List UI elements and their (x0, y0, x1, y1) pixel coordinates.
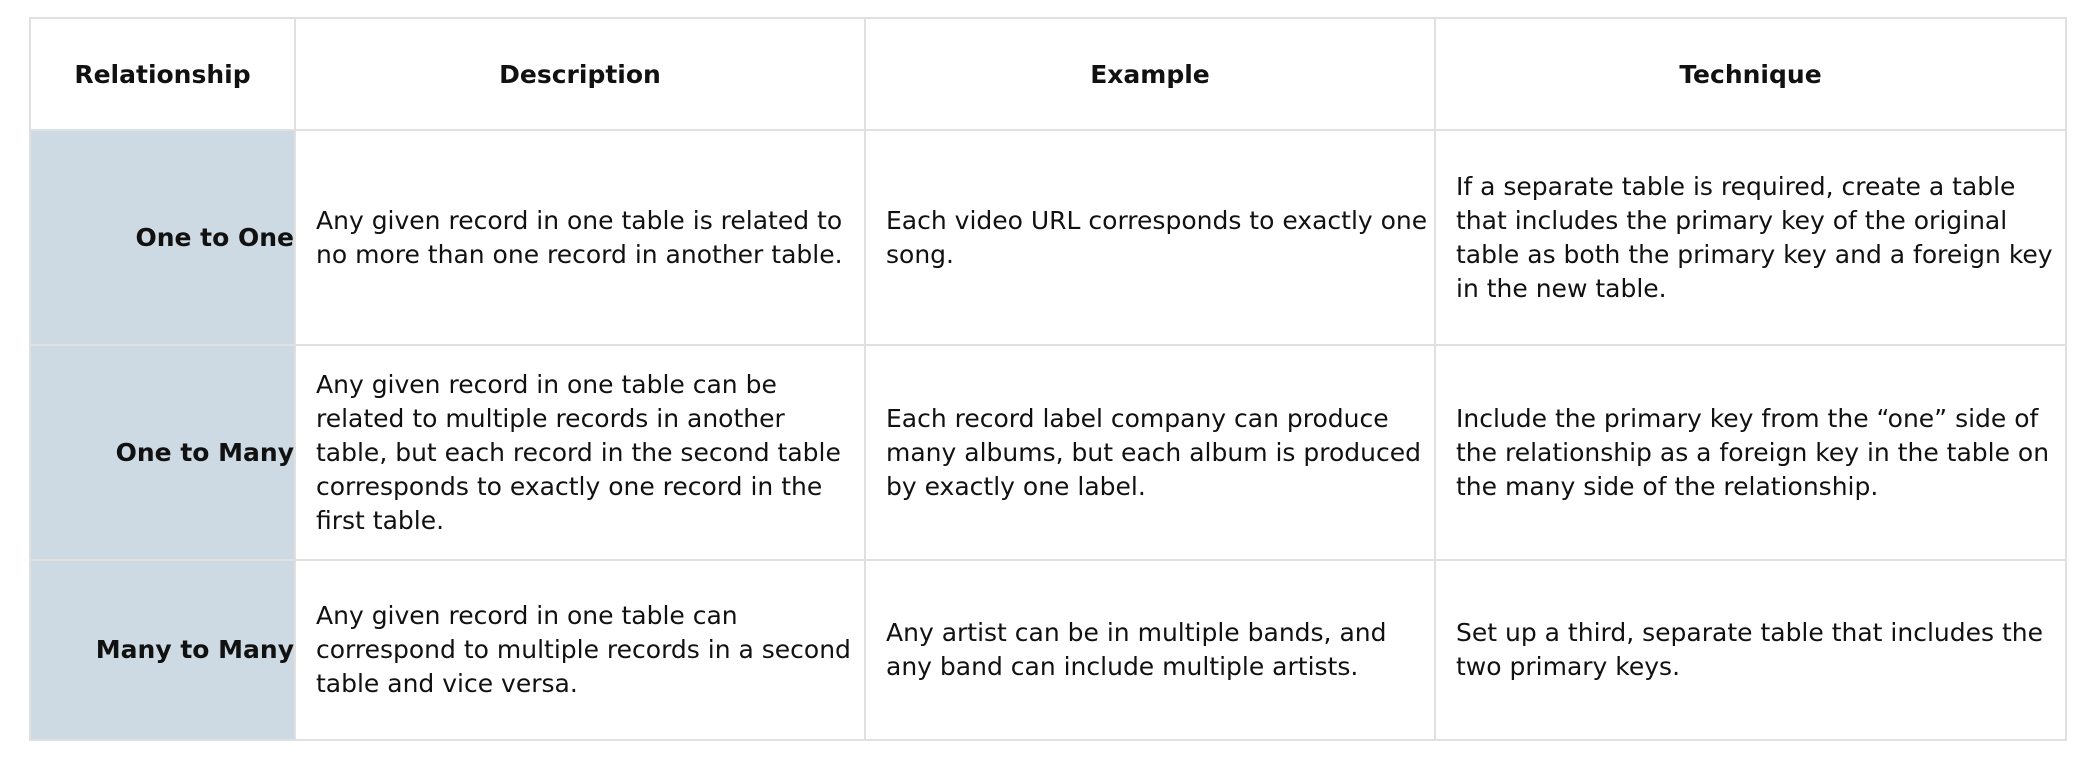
header-description: Description (294, 17, 866, 131)
description-cell: Any given record in one table is related… (294, 129, 866, 346)
header-row: Relationship Description Example Techniq… (29, 17, 2067, 131)
relationship-cell: Many to Many (29, 559, 296, 741)
relationship-cell: One to Many (29, 344, 296, 561)
table-row: One to Many Any given record in one tabl… (29, 344, 2067, 561)
table-row: One to One Any given record in one table… (29, 129, 2067, 346)
relationship-cell: One to One (29, 129, 296, 346)
description-cell: Any given record in one table can be rel… (294, 344, 866, 561)
relationships-table-container: Relationship Description Example Techniq… (29, 17, 2067, 741)
description-cell: Any given record in one table can corres… (294, 559, 866, 741)
example-cell: Each video URL corresponds to exactly on… (864, 129, 1436, 346)
technique-cell: If a separate table is required, create … (1434, 129, 2067, 346)
relationships-table: Relationship Description Example Techniq… (29, 17, 2067, 741)
table-row: Many to Many Any given record in one tab… (29, 559, 2067, 741)
technique-cell: Set up a third, separate table that incl… (1434, 559, 2067, 741)
technique-cell: Include the primary key from the “one” s… (1434, 344, 2067, 561)
header-technique: Technique (1434, 17, 2067, 131)
header-example: Example (864, 17, 1436, 131)
table-header: Relationship Description Example Techniq… (29, 17, 2067, 131)
header-relationship: Relationship (29, 17, 296, 131)
example-cell: Any artist can be in multiple bands, and… (864, 559, 1436, 741)
table-body: One to One Any given record in one table… (29, 129, 2067, 741)
example-cell: Each record label company can produce ma… (864, 344, 1436, 561)
